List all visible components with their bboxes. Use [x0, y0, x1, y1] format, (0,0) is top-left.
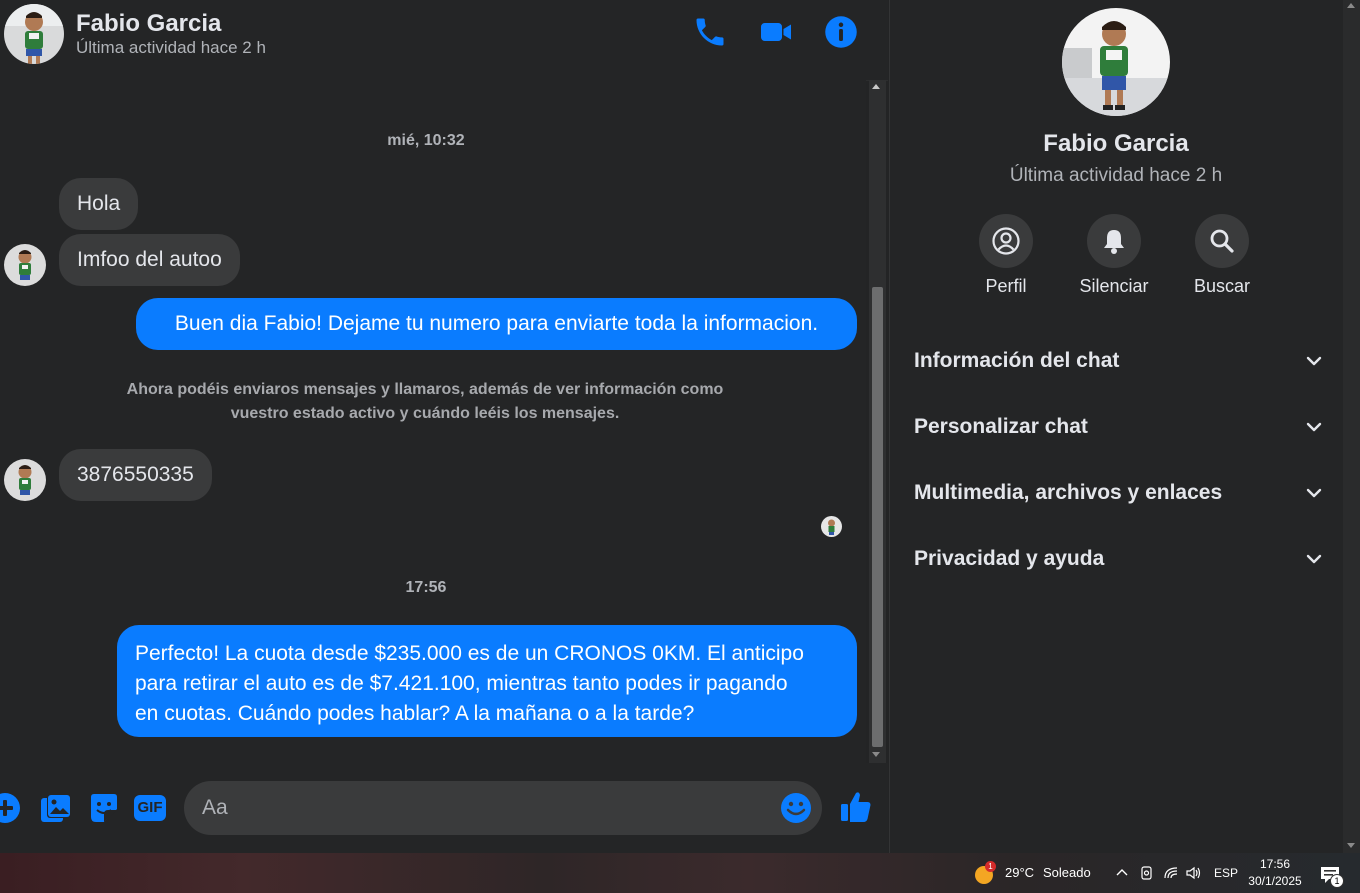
- search-icon: [1210, 229, 1234, 253]
- weather-widget[interactable]: 1: [974, 861, 996, 885]
- attach-image-button[interactable]: [39, 791, 73, 825]
- sticker-icon: [91, 794, 117, 822]
- connection-notice-line: vuestro estado activo y cuándo leéis los…: [230, 405, 620, 422]
- chevron-down-icon: [1306, 422, 1322, 432]
- contact-status: Última actividad hace 2 h: [76, 38, 266, 57]
- smiley-icon: [781, 793, 811, 823]
- profile-avatar-large[interactable]: [1062, 8, 1170, 116]
- plus-circle-icon: [0, 793, 20, 823]
- more-actions-button[interactable]: [0, 791, 22, 825]
- wifi-icon: [1164, 867, 1178, 879]
- meet-now-button[interactable]: [1139, 865, 1155, 881]
- network-button[interactable]: [1163, 865, 1179, 881]
- section-title: Personalizar chat: [914, 415, 1088, 438]
- profile-button[interactable]: [979, 214, 1033, 268]
- message-line: en cuotas. Cuándo podes hablar? A la mañ…: [135, 702, 695, 725]
- phone-call-button[interactable]: [692, 14, 728, 50]
- section-chat-info[interactable]: Información del chat: [914, 341, 1324, 381]
- section-customize-chat[interactable]: Personalizar chat: [914, 407, 1324, 447]
- gif-button[interactable]: GIF: [134, 791, 168, 825]
- profile-action[interactable]: Perfil: [951, 214, 1061, 297]
- profile-name: Fabio Garcia: [1043, 130, 1189, 157]
- input-language[interactable]: ESP: [1214, 866, 1238, 880]
- sender-avatar[interactable]: [4, 459, 46, 501]
- notifications-button[interactable]: 1: [1318, 863, 1344, 888]
- read-receipt-avatar: [821, 516, 842, 537]
- video-camera-icon: [761, 23, 791, 41]
- scrollbar-thumb[interactable]: [872, 287, 883, 747]
- chevron-down-icon: [1306, 488, 1322, 498]
- mute-label: Silenciar: [1079, 276, 1149, 296]
- message-line: Perfecto! La cuota desde $235.000 es de …: [135, 642, 804, 665]
- speaker-icon: [1186, 866, 1201, 880]
- weather-alert-badge: 1: [985, 861, 996, 872]
- mute-action[interactable]: Silenciar: [1059, 214, 1169, 297]
- gif-icon: GIF: [134, 795, 166, 821]
- section-media-files-links[interactable]: Multimedia, archivos y enlaces: [914, 473, 1324, 513]
- profile-label: Perfil: [985, 276, 1027, 296]
- sender-avatar[interactable]: [4, 244, 46, 286]
- volume-button[interactable]: [1185, 865, 1201, 881]
- section-title: Información del chat: [914, 349, 1120, 372]
- info-icon: [825, 16, 857, 48]
- conversation-info-button[interactable]: [823, 14, 859, 50]
- clock-time: 17:56: [1259, 857, 1291, 871]
- clock-date: 30/1/2025: [1248, 874, 1302, 888]
- panel-scroll-up-icon[interactable]: [1347, 3, 1355, 8]
- image-gallery-icon: [41, 794, 71, 822]
- send-like-button[interactable]: [839, 789, 873, 823]
- notification-count-badge: 1: [1330, 874, 1344, 888]
- panel-scrollbar[interactable]: [1343, 0, 1360, 853]
- windows-taskbar: [0, 853, 1360, 893]
- incoming-message[interactable]: 3876550335: [59, 449, 212, 501]
- chevron-up-icon: [1116, 869, 1128, 876]
- message-input[interactable]: [184, 781, 822, 835]
- emoji-button[interactable]: [779, 791, 813, 825]
- thumbs-up-icon: [841, 792, 871, 822]
- incoming-message[interactable]: Imfoo del autoo: [59, 234, 240, 286]
- mute-button[interactable]: [1087, 214, 1141, 268]
- phone-icon: [696, 18, 724, 46]
- profile-status: Última actividad hace 2 h: [1009, 165, 1223, 186]
- connection-notice: Ahora podéis enviaros mensajes y llamaro…: [100, 378, 750, 426]
- show-hidden-icons-button[interactable]: [1114, 865, 1130, 881]
- sticker-button[interactable]: [87, 791, 121, 825]
- contact-name[interactable]: Fabio Garcia: [76, 10, 221, 38]
- bell-icon: [1104, 230, 1124, 254]
- user-circle-icon: [992, 227, 1020, 255]
- scroll-up-arrow-icon[interactable]: [872, 84, 880, 89]
- section-privacy-support[interactable]: Privacidad y ayuda: [914, 539, 1324, 579]
- video-call-button[interactable]: [758, 14, 794, 50]
- weather-temperature[interactable]: 29°C: [1005, 865, 1034, 880]
- search-label: Buscar: [1193, 276, 1251, 296]
- search-button[interactable]: [1195, 214, 1249, 268]
- incoming-message[interactable]: Hola: [59, 178, 139, 230]
- scroll-down-arrow-icon[interactable]: [872, 752, 880, 757]
- connection-notice-line: Ahora podéis enviaros mensajes y llamaro…: [126, 381, 724, 398]
- search-action[interactable]: Buscar: [1167, 214, 1277, 297]
- clock[interactable]: 17:56 30/1/2025: [1244, 856, 1306, 890]
- message-timestamp: 17:56: [405, 579, 447, 596]
- chevron-down-icon: [1306, 554, 1322, 564]
- panel-scroll-down-icon[interactable]: [1347, 843, 1355, 848]
- message-timestamp: mié, 10:32: [387, 132, 465, 149]
- contact-avatar[interactable]: [4, 4, 64, 64]
- section-title: Multimedia, archivos y enlaces: [914, 481, 1223, 504]
- outgoing-message[interactable]: Buen dia Fabio! Dejame tu numero para en…: [136, 298, 857, 350]
- message-line: para retirar el auto es de $7.421.100, m…: [135, 672, 788, 695]
- section-title: Privacidad y ayuda: [914, 547, 1105, 570]
- camera-icon: [1141, 866, 1152, 880]
- weather-condition[interactable]: Soleado: [1043, 865, 1091, 880]
- chevron-down-icon: [1306, 356, 1322, 366]
- outgoing-message[interactable]: Perfecto! La cuota desde $235.000 es de …: [117, 625, 857, 737]
